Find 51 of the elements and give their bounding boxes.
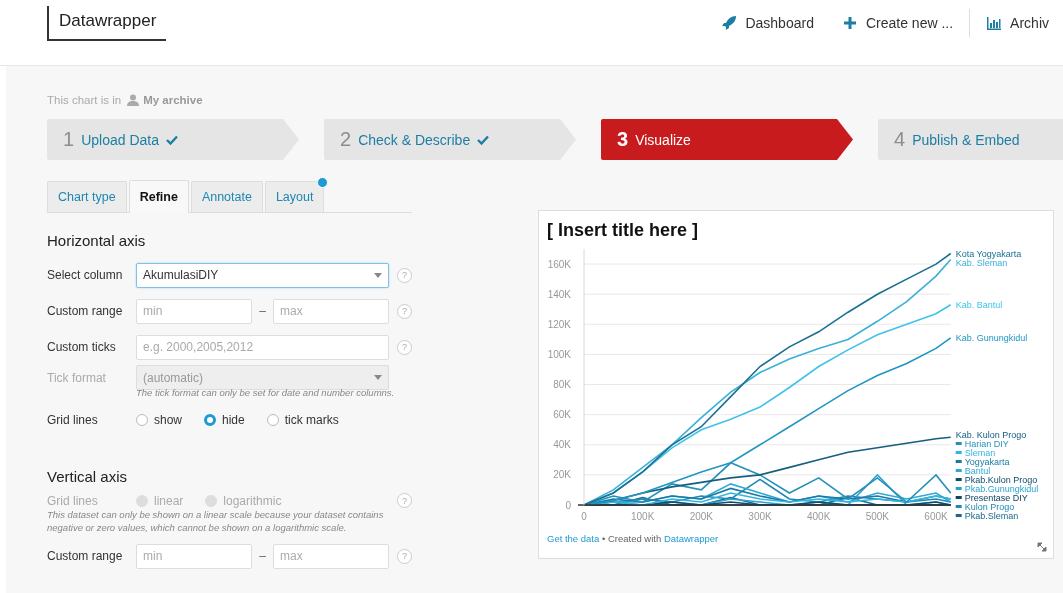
field-label: Select column (47, 268, 124, 282)
series-label: Pkab.Gunungkidul (964, 484, 1039, 494)
series-label: Kulon Progo (964, 502, 1015, 512)
series-label: Yogyakarta (964, 457, 1010, 467)
field-label: Custom ticks (47, 340, 117, 354)
axis-tick-label: 100K (547, 348, 571, 360)
hint-text: The tick format can only be set for date and number columns. (136, 387, 396, 400)
section-heading: Horizontal axis (47, 232, 147, 249)
axis-tick-label: 40K (553, 439, 571, 451)
axis-tick-label: 200K (689, 511, 713, 522)
field-label: Custom range (47, 304, 124, 318)
series-label: Kab. Gunungkidul (955, 332, 1028, 343)
field-label: Grid lines (47, 493, 99, 508)
axis-tick-label: 120K (547, 318, 571, 330)
series-label: Bantul (964, 466, 991, 476)
axis-tick-label: 60K (553, 409, 571, 421)
series-label: Harian DIY (964, 439, 1009, 449)
axis-tick-label: 20K (553, 469, 571, 481)
radio-label: tick marks (284, 413, 339, 427)
radio-label: hide (222, 413, 245, 427)
radio-label: show (154, 413, 182, 427)
axis-tick-label: 140K (547, 288, 571, 300)
axis-tick-label: 80K (553, 379, 571, 391)
axis-tick-label: 0 (581, 511, 587, 522)
chart-title: [ Insert title here ] (547, 219, 700, 241)
field-label: Grid lines (47, 413, 99, 427)
series-label: Presentase DIY (964, 493, 1028, 503)
radio-label: linear (154, 493, 184, 508)
axis-tick-label: 0 (565, 499, 571, 511)
series-label: Kab. Bantul (955, 299, 1003, 310)
axis-tick-label: 300K (748, 511, 772, 522)
series-label: Kota Yogyakarta (955, 248, 1022, 259)
hint-text: This dataset can only be shown on a linear scale because your dataset contains negative or zero values, which cannot be shown on a logarithmic scale. (47, 508, 385, 535)
series-label: Sleman (964, 448, 996, 458)
field-label: Tick format (47, 370, 107, 385)
field-label: Custom range (47, 549, 124, 563)
axis-tick-label: 500K (865, 511, 890, 522)
range-separator: – (258, 304, 267, 318)
axis-tick-label: 160K (547, 258, 571, 270)
breadcrumb-text: This chart is in (47, 94, 122, 106)
series-label: Kab. Sleman (955, 257, 1008, 268)
range-separator: – (258, 549, 267, 563)
footer-text: • Created with (601, 533, 662, 544)
series-label: Pkab.Sleman (964, 511, 1019, 521)
series-label: Pkab.Kulon Progo (964, 475, 1038, 485)
axis-tick-label: 400K (807, 511, 831, 522)
axis-tick-label: 600K (924, 511, 948, 522)
section-heading: Vertical axis (47, 468, 129, 485)
series-label: Kab. Kulon Progo (955, 430, 1027, 440)
radio-label: logarithmic (223, 493, 282, 508)
axis-tick-label: 100K (631, 511, 655, 522)
